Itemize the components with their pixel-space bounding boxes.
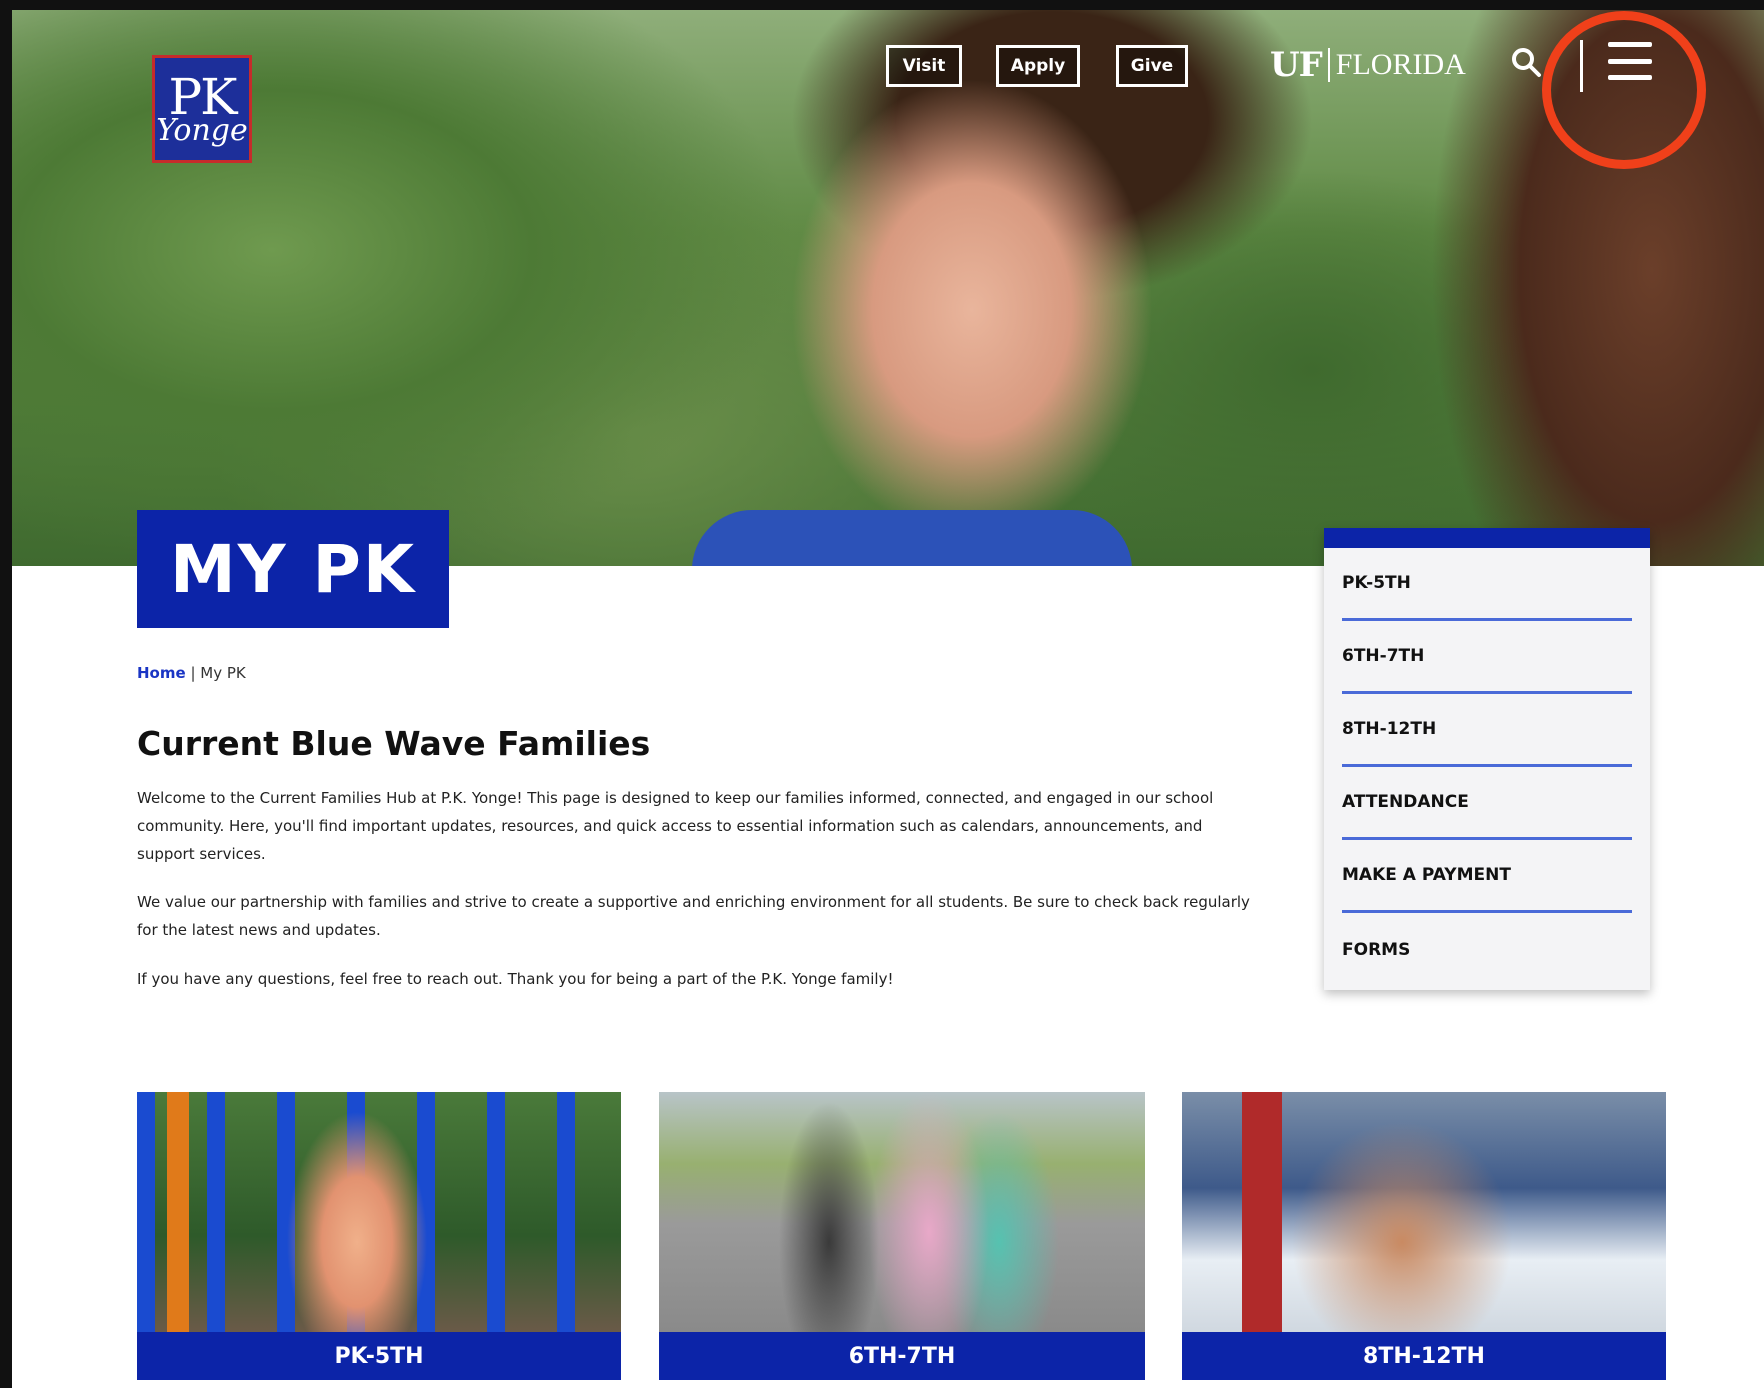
card-label: 8TH-12TH (1182, 1332, 1666, 1380)
uf-logo-name: FLORIDA (1327, 48, 1466, 82)
breadcrumb-current: My PK (200, 664, 246, 682)
questions-paragraph: If you have any questions, feel free to … (137, 970, 894, 988)
side-menu-item-6th-7th[interactable]: 6TH-7TH (1342, 621, 1632, 694)
side-menu-item-pk-5th[interactable]: PK-5TH (1342, 548, 1632, 621)
side-menu-item-forms[interactable]: FORMS (1342, 913, 1632, 986)
breadcrumb: Home | My PK (137, 664, 246, 682)
visit-button[interactable]: Visit (886, 45, 962, 87)
side-menu-item-8th-12th[interactable]: 8TH-12TH (1342, 694, 1632, 767)
breadcrumb-separator: | (185, 664, 201, 682)
hero-photo-shirt (692, 510, 1132, 566)
section-heading: Current Blue Wave Families (137, 724, 651, 763)
side-menu: PK-5TH 6TH-7TH 8TH-12TH ATTENDANCE MAKE … (1324, 528, 1650, 990)
card-photo-playground (137, 1092, 621, 1332)
page-title-block: MY PK (137, 510, 449, 628)
highlight-circle-annotation (1542, 11, 1706, 169)
card-photo-students-walking (659, 1092, 1145, 1332)
card-photo-student-laptop (1182, 1092, 1666, 1332)
card-label: PK-5TH (137, 1332, 621, 1380)
side-menu-item-attendance[interactable]: ATTENDANCE (1342, 767, 1632, 840)
card-label: 6TH-7TH (659, 1332, 1145, 1380)
apply-button[interactable]: Apply (996, 45, 1080, 87)
card-6th-7th[interactable]: 6TH-7TH (659, 1092, 1145, 1380)
search-icon[interactable] (1510, 46, 1542, 78)
card-8th-12th[interactable]: 8TH-12TH (1182, 1092, 1666, 1380)
pk-yonge-logo[interactable]: PK Yonge (152, 55, 252, 163)
side-menu-item-make-a-payment[interactable]: MAKE A PAYMENT (1342, 840, 1632, 913)
hero-banner (12, 10, 1764, 566)
breadcrumb-home-link[interactable]: Home (137, 664, 186, 682)
partnership-paragraph: We value our partnership with families a… (137, 893, 1250, 939)
university-of-florida-logo[interactable]: UF FLORIDA (1270, 42, 1466, 88)
intro-paragraph: Welcome to the Current Families Hub at P… (137, 789, 1214, 863)
card-pk-5th[interactable]: PK-5TH (137, 1092, 621, 1380)
logo-text-yonge: Yonge (156, 113, 248, 148)
page-title: MY PK (170, 530, 416, 608)
give-button[interactable]: Give (1116, 45, 1188, 87)
uf-logo-mark: UF (1270, 45, 1323, 85)
